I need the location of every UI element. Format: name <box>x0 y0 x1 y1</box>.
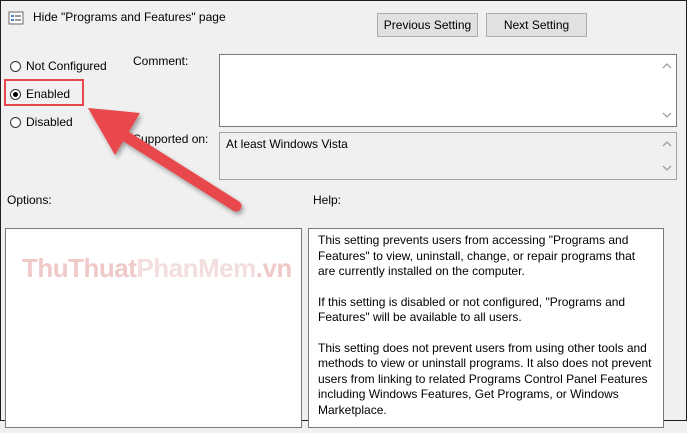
radio-circle[interactable] <box>10 60 21 72</box>
next-setting-button[interactable]: Next Setting <box>486 13 587 37</box>
watermark: ThuThuatPhanMem.vn <box>22 253 292 284</box>
watermark-part: ThuThuat <box>22 253 137 283</box>
supported-on-field: At least Windows Vista <box>219 132 677 180</box>
watermark-part: PhanMem <box>136 253 256 283</box>
scroll-down-icon[interactable] <box>662 110 672 120</box>
policy-setting-icon <box>8 11 24 25</box>
scroll-down-icon[interactable] <box>662 163 672 173</box>
radio-label-disabled: Disabled <box>26 115 73 129</box>
options-label: Options: <box>7 193 52 207</box>
help-paragraph: This setting does not prevent users from… <box>318 340 652 417</box>
supported-on-label: Supported on: <box>133 132 209 146</box>
help-paragraph: This setting prevents users from accessi… <box>318 233 636 278</box>
help-paragraph: If this setting is disabled or not confi… <box>318 294 626 325</box>
supported-on-value: At least Windows Vista <box>226 137 348 151</box>
scroll-up-icon[interactable] <box>662 139 672 149</box>
enabled-highlight-box <box>4 79 84 106</box>
comment-label: Comment: <box>133 54 189 68</box>
help-pane: This setting prevents users from accessi… <box>308 228 664 428</box>
radio-disabled[interactable]: Disabled <box>10 115 73 129</box>
radio-circle[interactable] <box>10 116 21 128</box>
radio-label-not-configured: Not Configured <box>26 59 107 73</box>
radio-not-configured[interactable]: Not Configured <box>10 59 107 73</box>
watermark-part: .vn <box>255 253 293 283</box>
previous-setting-button[interactable]: Previous Setting <box>377 13 478 37</box>
scroll-up-icon[interactable] <box>662 61 672 71</box>
help-text: This setting prevents users from accessi… <box>318 233 654 433</box>
comment-field[interactable] <box>219 54 677 127</box>
policy-title: Hide "Programs and Features" page <box>33 10 226 24</box>
help-label: Help: <box>313 193 342 207</box>
